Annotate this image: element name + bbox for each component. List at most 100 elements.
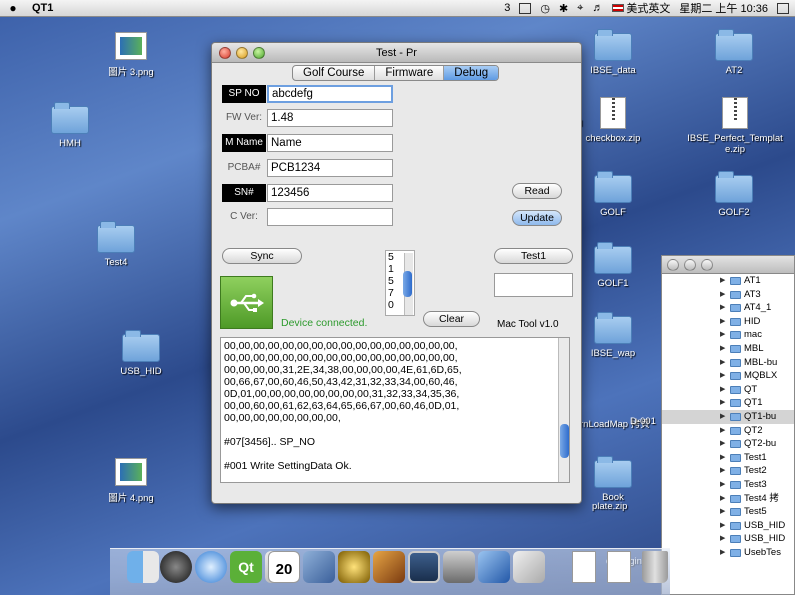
- sp-no-input[interactable]: [267, 85, 393, 103]
- disclosure-arrow-icon[interactable]: ▶: [720, 396, 725, 410]
- finder-row[interactable]: ▶ HID: [662, 315, 794, 329]
- disclosure-arrow-icon[interactable]: ▶: [720, 424, 725, 438]
- log-output[interactable]: 00,00,00,00,00,00,00,00,00,00,00,00,00,0…: [220, 337, 570, 483]
- test1-output-field[interactable]: [494, 273, 573, 297]
- finder-row[interactable]: ▶ MBL-bu: [662, 356, 794, 370]
- disclosure-arrow-icon[interactable]: ▶: [720, 301, 725, 315]
- finder-row[interactable]: ▶ USB_HID: [662, 532, 794, 546]
- minimize-button[interactable]: [236, 47, 248, 59]
- pcba-input[interactable]: [267, 159, 393, 177]
- finder-row[interactable]: ▶ MQBLX: [662, 369, 794, 383]
- document-icon[interactable]: [607, 551, 631, 583]
- update-button[interactable]: Update: [512, 210, 562, 226]
- test1-button[interactable]: Test1: [494, 248, 573, 264]
- photo-icon[interactable]: [303, 551, 335, 583]
- safari-icon[interactable]: [195, 551, 227, 583]
- disclosure-arrow-icon[interactable]: ▶: [720, 478, 725, 492]
- desktop-icon-folder[interactable]: GOLF1: [572, 242, 654, 289]
- desktop-icon-folder[interactable]: USB_HID: [100, 330, 182, 377]
- spinner-scroll-thumb[interactable]: [403, 271, 412, 297]
- finder-row[interactable]: ▶ MBL: [662, 342, 794, 356]
- desktop-icon-folder[interactable]: GOLF2: [693, 171, 775, 218]
- finder-row[interactable]: ▶ QT2-bu: [662, 437, 794, 451]
- disclosure-arrow-icon[interactable]: ▶: [720, 464, 725, 478]
- xcode-icon[interactable]: [478, 551, 510, 583]
- close-button[interactable]: [219, 47, 231, 59]
- finder-row[interactable]: ▶ QT1: [662, 396, 794, 410]
- app-icon[interactable]: [443, 551, 475, 583]
- menu-clock[interactable]: 星期二 上午 10:36: [679, 0, 768, 16]
- finder-row[interactable]: ▶ AT1: [662, 274, 794, 288]
- desktop-icon-folder[interactable]: IBSE_wap: [572, 312, 654, 359]
- disclosure-arrow-icon[interactable]: ▶: [720, 505, 725, 519]
- input-method-menu[interactable]: 美式英文: [612, 0, 670, 16]
- qt-icon[interactable]: Qt: [230, 551, 262, 583]
- finder-row[interactable]: ▶ AT4_1: [662, 301, 794, 315]
- finder-icon[interactable]: [127, 551, 159, 583]
- disclosure-arrow-icon[interactable]: ▶: [720, 519, 725, 533]
- finder-row[interactable]: ▶ Test1: [662, 451, 794, 465]
- bluetooth-icon[interactable]: ✱: [559, 2, 568, 15]
- apple-menu-icon[interactable]: ●: [0, 1, 26, 15]
- finder-row[interactable]: ▶ Test2: [662, 464, 794, 478]
- disclosure-arrow-icon[interactable]: ▶: [720, 356, 725, 370]
- preview-icon[interactable]: [513, 551, 545, 583]
- fw-ver-input[interactable]: [267, 109, 393, 127]
- disclosure-arrow-icon[interactable]: ▶: [720, 274, 725, 288]
- m-name-input[interactable]: [267, 134, 393, 152]
- value-spinner[interactable]: 51570: [385, 250, 415, 316]
- desktop-icon-folder[interactable]: GOLF: [572, 171, 654, 218]
- zoom-button[interactable]: [253, 47, 265, 59]
- status-num[interactable]: 3: [504, 2, 510, 14]
- finder-row[interactable]: ▶ USB_HID: [662, 519, 794, 533]
- finder-row[interactable]: ▶ UsebTes: [662, 546, 794, 560]
- desktop-icon-folder[interactable]: HMH: [29, 102, 111, 149]
- desktop-icon-folder[interactable]: IBSE_data: [572, 29, 654, 76]
- finder-row[interactable]: ▶ mac: [662, 328, 794, 342]
- desktop-icon-label[interactable]: D-001: [630, 416, 662, 427]
- disclosure-arrow-icon[interactable]: ▶: [720, 369, 725, 383]
- finder-row[interactable]: ▶ QT2: [662, 424, 794, 438]
- document-icon[interactable]: [572, 551, 596, 583]
- disclosure-arrow-icon[interactable]: ▶: [720, 451, 725, 465]
- log-scroll-thumb[interactable]: [560, 424, 569, 458]
- desktop-icon-image[interactable]: 圖片 4.png: [90, 458, 172, 504]
- disclosure-arrow-icon[interactable]: ▶: [720, 532, 725, 546]
- spaces-icon[interactable]: [408, 551, 440, 583]
- finder-row[interactable]: ▶ Test3: [662, 478, 794, 492]
- tab-debug[interactable]: Debug: [444, 66, 499, 80]
- calendar-icon[interactable]: 20: [268, 551, 300, 583]
- disclosure-arrow-icon[interactable]: ▶: [720, 492, 725, 506]
- trash-icon[interactable]: [642, 551, 668, 583]
- disclosure-arrow-icon[interactable]: ▶: [720, 383, 725, 397]
- desktop-icon-folder[interactable]: Book: [572, 456, 654, 503]
- desktop-icon-image[interactable]: 圖片 3.png: [90, 32, 172, 78]
- disclosure-arrow-icon[interactable]: ▶: [720, 328, 725, 342]
- disclosure-arrow-icon[interactable]: ▶: [720, 546, 725, 560]
- clock-icon[interactable]: ◷: [540, 2, 550, 15]
- disclosure-arrow-icon[interactable]: ▶: [720, 437, 725, 451]
- finder-row[interactable]: ▶ Test5: [662, 505, 794, 519]
- disclosure-arrow-icon[interactable]: ▶: [720, 315, 725, 329]
- volume-icon[interactable]: ♬: [592, 2, 603, 14]
- log-scrollbar[interactable]: [558, 338, 569, 482]
- dashboard-icon[interactable]: [160, 551, 192, 583]
- disclosure-arrow-icon[interactable]: ▶: [720, 342, 725, 356]
- guitar-icon[interactable]: [373, 551, 405, 583]
- read-button[interactable]: Read: [512, 183, 562, 199]
- disclosure-arrow-icon[interactable]: ▶: [720, 410, 725, 424]
- spotlight-icon[interactable]: [777, 2, 789, 14]
- sn-input[interactable]: [267, 184, 393, 202]
- desktop-icon-folder[interactable]: Test4: [75, 221, 157, 268]
- finder-row[interactable]: ▶ QT: [662, 383, 794, 397]
- desktop-icon-folder[interactable]: AT2: [693, 29, 775, 76]
- disclosure-arrow-icon[interactable]: ▶: [720, 288, 725, 302]
- screen-icon[interactable]: [519, 2, 532, 14]
- app-menu-title[interactable]: QT1: [32, 2, 53, 14]
- c-ver-input[interactable]: [267, 208, 393, 226]
- finder-row[interactable]: ▶ AT3: [662, 288, 794, 302]
- star-icon[interactable]: [338, 551, 370, 583]
- finder-row[interactable]: ▶ QT1-bu: [662, 409, 794, 424]
- finder-zoom-button[interactable]: [701, 259, 713, 271]
- tab-firmware[interactable]: Firmware: [375, 66, 445, 80]
